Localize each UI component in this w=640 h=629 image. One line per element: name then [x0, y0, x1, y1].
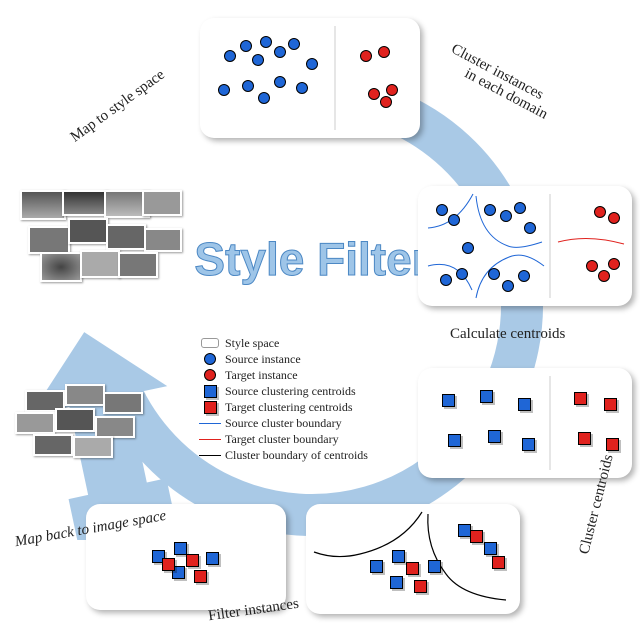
- input-image-collage: [20, 190, 180, 290]
- legend: Style space Source instance Target insta…: [195, 335, 368, 463]
- panel-clustered: [418, 186, 632, 306]
- output-image-collage: [15, 390, 155, 470]
- label-map-to-style: Map to style space: [68, 67, 169, 147]
- legend-target-boundary: Target cluster boundary: [225, 432, 339, 447]
- panel-style-space: [200, 18, 420, 138]
- legend-source-boundary: Source cluster boundary: [225, 416, 342, 431]
- legend-style-space: Style space: [225, 336, 279, 351]
- label-calc-centroids: Calculate centroids: [450, 326, 565, 343]
- legend-target-centroid: Target clustering centroids: [225, 400, 353, 415]
- legend-centroid-boundary: Cluster boundary of centroids: [225, 448, 368, 463]
- diagram-title: Style Filter: [162, 232, 462, 286]
- panel-cluster-centroids: [306, 504, 520, 614]
- legend-source-centroid: Source clustering centroids: [225, 384, 356, 399]
- legend-source-instance: Source instance: [225, 352, 301, 367]
- legend-target-instance: Target instance: [225, 368, 298, 383]
